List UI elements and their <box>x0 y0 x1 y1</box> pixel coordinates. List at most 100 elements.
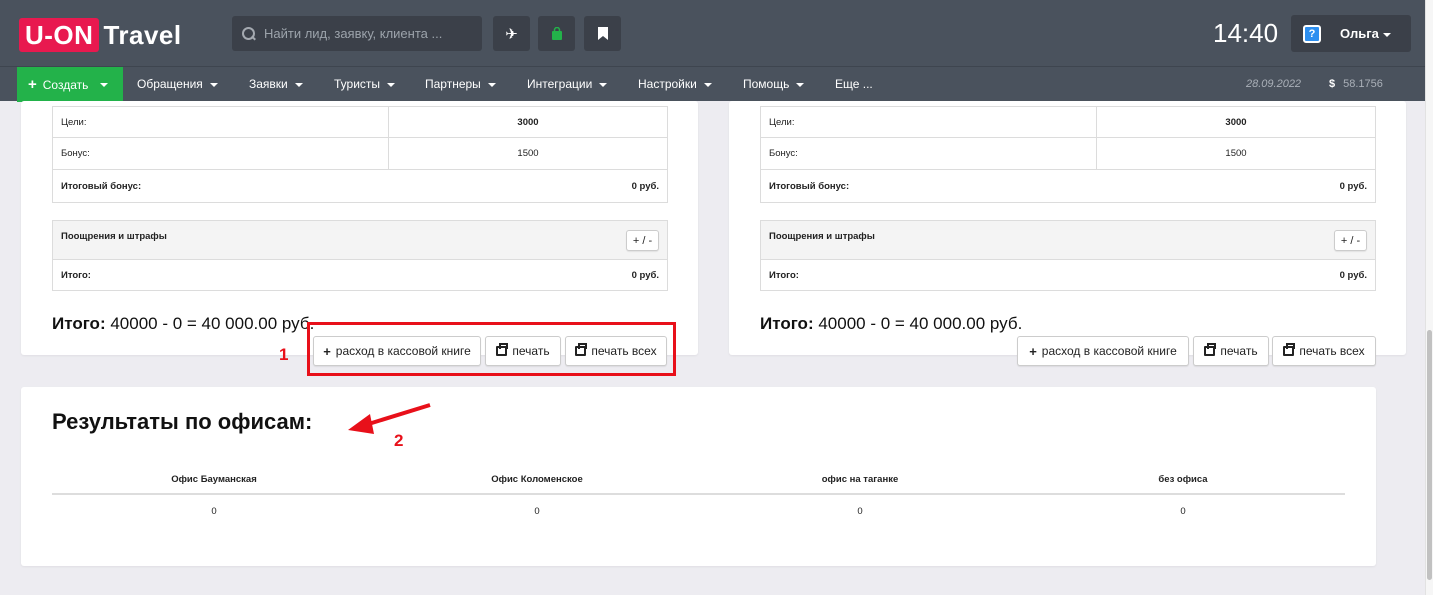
bonus-table: Цели: 3000 Бонус: 1500 Итоговый бонус: 0… <box>52 106 668 203</box>
logo-mark: U-ON <box>19 18 100 52</box>
table-row: Поощрения и штрафы + / - <box>761 221 1375 260</box>
office-header: офис на таганке <box>821 474 899 485</box>
user-menu[interactable]: ? Ольга <box>1291 15 1411 52</box>
total-bonus-value: 0 руб. <box>631 181 659 192</box>
clock: 14:40 <box>1213 18 1279 48</box>
table-row: Итоговый бонус: 0 руб. <box>761 170 1375 203</box>
office-value: 0 <box>857 506 863 517</box>
rewards-table: Поощрения и штрафы + / - Итого: 0 руб. <box>760 220 1376 291</box>
rewards-adjust-button[interactable]: + / - <box>626 230 659 251</box>
app-logo[interactable]: U-ON Travel <box>19 18 182 52</box>
chevron-down-icon <box>209 82 218 87</box>
search-box[interactable] <box>232 16 482 51</box>
menu-item-partners[interactable]: Партнеры <box>425 67 496 102</box>
menu-item-integrations[interactable]: Интеграции <box>527 67 608 102</box>
logo-text: Travel <box>103 19 182 50</box>
rewards-table: Поощрения и штрафы + / - Итого: 0 руб. <box>52 220 668 291</box>
cashbook-expense-button[interactable]: + расход в кассовой книге <box>1017 336 1189 366</box>
menu-item-more[interactable]: Еще ... <box>835 67 873 102</box>
create-label: Создать <box>42 77 89 92</box>
dollar-icon: $ <box>1329 78 1336 90</box>
top-bar: U-ON Travel ✈ 14:40 ? Ольга <box>0 0 1425 66</box>
goals-label: Цели: <box>53 107 389 137</box>
office-header: без офиса <box>1158 474 1208 485</box>
grand-total: Итого: 40000 - 0 = 40 000.00 руб. <box>760 314 1023 333</box>
office-header: Офис Коломенское <box>491 474 583 485</box>
annotation-highlight-box <box>307 322 676 376</box>
subtotal-value: 0 руб. <box>631 270 659 281</box>
table-row: Цели: 3000 <box>53 107 667 138</box>
currency-rate: $58.1756 <box>1329 78 1383 90</box>
annotation-arrow-icon <box>348 403 431 434</box>
subtotal-value: 0 руб. <box>1339 270 1367 281</box>
annotation-number-1: 1 <box>279 345 289 364</box>
table-row: Цели: 3000 <box>761 107 1375 138</box>
table-divider <box>52 493 1345 495</box>
office-value: 0 <box>1180 506 1186 517</box>
bag-button[interactable] <box>538 16 575 51</box>
total-bonus-label: Итоговый бонус: <box>769 181 850 192</box>
goals-label: Цели: <box>761 107 1097 137</box>
plus-icon: + <box>28 76 37 93</box>
chevron-down-icon <box>294 82 303 87</box>
chevron-down-icon <box>796 82 805 87</box>
table-row: Итого: 0 руб. <box>53 260 667 291</box>
current-date: 28.09.2022 <box>1246 78 1302 90</box>
subtotal-label: Итого: <box>769 270 799 281</box>
bookmark-button[interactable] <box>584 16 621 51</box>
chevron-down-icon <box>1382 32 1391 37</box>
rewards-label: Поощрения и штрафы <box>61 231 167 242</box>
menu-item-settings[interactable]: Настройки <box>638 67 712 102</box>
bookmark-icon <box>597 27 608 40</box>
table-row: Бонус: 1500 <box>761 138 1375 170</box>
menu-item-appeals[interactable]: Обращения <box>137 67 218 102</box>
help-icon[interactable]: ? <box>1303 24 1321 43</box>
printer-icon <box>1204 343 1217 356</box>
table-row: Итого: 0 руб. <box>761 260 1375 291</box>
bonus-value: 1500 <box>517 148 539 159</box>
office-value: 0 <box>534 506 540 517</box>
chevron-down-icon <box>599 82 608 87</box>
subtotal-label: Итого: <box>61 270 91 281</box>
menu-item-requests[interactable]: Заявки <box>249 67 303 102</box>
menu-item-help[interactable]: Помощь <box>743 67 805 102</box>
chevron-down-icon <box>100 82 109 87</box>
office-value: 0 <box>211 506 217 517</box>
table-row: Итоговый бонус: 0 руб. <box>53 170 667 203</box>
chevron-down-icon <box>703 82 712 87</box>
create-button[interactable]: + Создать <box>17 67 123 102</box>
annotation-number-2: 2 <box>394 431 404 450</box>
bonus-table: Цели: 3000 Бонус: 1500 Итоговый бонус: 0… <box>760 106 1376 203</box>
rewards-label: Поощрения и штрафы <box>769 231 875 242</box>
results-title: Результаты по офисам: <box>52 409 313 434</box>
printer-icon <box>1283 343 1296 356</box>
flights-button[interactable]: ✈ <box>493 16 530 51</box>
search-input[interactable] <box>264 26 464 41</box>
search-icon <box>242 26 256 41</box>
print-all-button[interactable]: печать всех <box>1272 336 1376 366</box>
table-row: Бонус: 1500 <box>53 138 667 170</box>
menu-item-tourists[interactable]: Туристы <box>334 67 396 102</box>
bonus-value: 1500 <box>1225 148 1247 159</box>
print-button[interactable]: печать <box>1193 336 1269 366</box>
scrollbar-thumb[interactable] <box>1427 330 1432 580</box>
rewards-adjust-button[interactable]: + / - <box>1334 230 1367 251</box>
total-bonus-value: 0 руб. <box>1339 181 1367 192</box>
goals-value: 3000 <box>517 116 539 128</box>
grand-total: Итого: 40000 - 0 = 40 000.00 руб. <box>52 314 315 333</box>
employee-card-left: Цели: 3000 Бонус: 1500 Итоговый бонус: 0… <box>21 101 698 366</box>
plus-icon: + <box>1029 343 1037 359</box>
main-menu: + Создать Обращения Заявки Туристы Партн… <box>0 66 1425 102</box>
chevron-down-icon <box>487 82 496 87</box>
total-bonus-label: Итоговый бонус: <box>61 181 142 192</box>
table-row: Поощрения и штрафы + / - <box>53 221 667 260</box>
user-name: Ольга <box>1340 26 1391 41</box>
chevron-down-icon <box>387 82 396 87</box>
plane-icon: ✈ <box>505 25 518 43</box>
bonus-label: Бонус: <box>53 138 389 169</box>
bonus-label: Бонус: <box>761 138 1097 169</box>
goals-value: 3000 <box>1225 116 1247 128</box>
shopping-bag-icon <box>551 27 562 40</box>
office-header: Офис Бауманская <box>171 474 257 485</box>
employee-card-right: Цели: 3000 Бонус: 1500 Итоговый бонус: 0… <box>729 101 1406 366</box>
